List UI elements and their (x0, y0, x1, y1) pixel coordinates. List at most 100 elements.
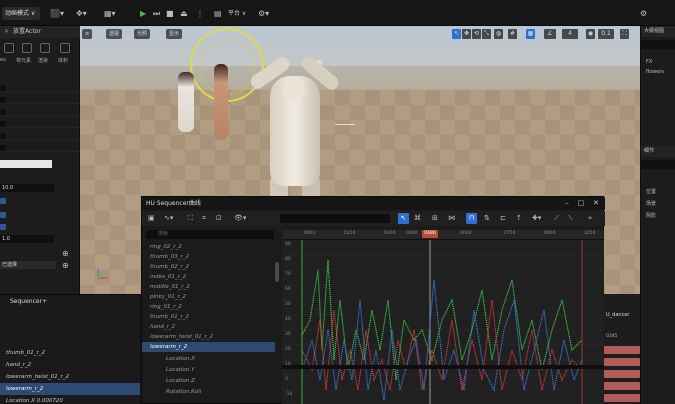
snap-icon[interactable]: ⊓ (466, 213, 477, 224)
blueprint-icon[interactable]: ▦▾ (104, 8, 116, 19)
color-field[interactable] (0, 160, 52, 168)
x-axis-arrow[interactable] (335, 124, 355, 125)
rotate-icon[interactable]: ⟲ (472, 29, 481, 39)
step-icon[interactable]: ⏭ (153, 8, 160, 19)
viewport-menu-icon[interactable]: ≡ (82, 29, 93, 39)
sequencer-track[interactable]: thumb_01_r_2 (0, 347, 140, 359)
track-item[interactable]: index_01_r_2 (142, 272, 275, 282)
mannequin-head[interactable] (283, 76, 305, 102)
key-add-icon[interactable]: ✚▾ (532, 213, 541, 224)
track-item[interactable]: ring_02_r_2 (142, 242, 275, 252)
world-icon[interactable]: ◍ (494, 29, 503, 39)
outliner-item[interactable]: flowers (641, 68, 675, 77)
sequencer-track[interactable]: lowerarm_twist_01_r_2 (0, 371, 140, 383)
keyframe-strip[interactable] (604, 370, 640, 378)
scale-snap-badge[interactable]: 4 (562, 29, 578, 39)
track-item[interactable]: pinky_01_r_2 (142, 292, 275, 302)
lighting-button[interactable]: 光照 (134, 29, 151, 39)
frame-selection-icon[interactable]: ⌗ (202, 213, 206, 224)
channel-item[interactable]: Location.Y (142, 365, 275, 375)
outliner-item[interactable]: FX (641, 58, 675, 67)
category-icon[interactable] (22, 43, 32, 53)
dancer-figure[interactable] (214, 64, 228, 140)
save-icon[interactable]: ▣ (148, 213, 155, 224)
maximize-icon[interactable]: ⛶ (620, 29, 629, 39)
normalize-icon[interactable]: ⇅ (484, 213, 490, 224)
details-category[interactable]: 位置 (641, 188, 675, 197)
details-tab[interactable]: 细节 (641, 146, 675, 157)
flatten-icon[interactable]: ⊏ (500, 213, 506, 224)
playhead-frame[interactable]: 0486 (422, 230, 438, 238)
sequencer-track-selected[interactable]: lowerarm_r_2 (0, 383, 140, 395)
curve-tool-icon[interactable]: ∿▾ (164, 213, 173, 224)
transform-tool-icon[interactable]: ⌘ (414, 213, 421, 224)
settings-gear-icon[interactable]: ⚙ (640, 8, 647, 19)
add-icon[interactable]: ⊕ (62, 248, 69, 259)
property-box[interactable] (0, 145, 6, 151)
stop-icon[interactable]: ■ (166, 8, 174, 19)
animation-curves[interactable] (282, 240, 604, 404)
sequencer-tab[interactable]: Sequencer+ (10, 297, 90, 307)
grid-snap-icon[interactable]: ▦ (526, 29, 535, 39)
expand-icon[interactable]: » (588, 213, 592, 224)
keyframe-strip[interactable] (604, 382, 640, 390)
details-search[interactable] (641, 160, 675, 169)
play-icon[interactable]: ▶ (140, 8, 146, 19)
platform-dropdown[interactable]: 平台 ∨ (228, 8, 246, 17)
property-box[interactable] (0, 133, 6, 139)
select-mode-icon[interactable]: ↖ (452, 29, 461, 39)
camera-speed-icon[interactable]: ◉ (586, 29, 595, 39)
outliner-search[interactable] (641, 40, 675, 49)
curve-editor-graph[interactable]: 0001 0150 0300 0400 0600 0750 0900 1050 … (282, 230, 604, 404)
perspective-button[interactable]: 透视 (106, 29, 123, 39)
track-item[interactable]: hand_r_2 (142, 322, 275, 332)
property-box[interactable] (0, 97, 6, 103)
transform-icon[interactable]: ✥▾ (76, 8, 87, 19)
lattice-icon[interactable]: ⋈ (448, 213, 455, 224)
curve-blue[interactable] (301, 279, 583, 401)
settings-icon[interactable]: ⚙▾ (258, 8, 269, 19)
track-item[interactable]: thumb_02_r_2 (142, 262, 275, 272)
track-item[interactable]: thumb_01_r_2 (142, 312, 275, 322)
more-icon[interactable]: ⋮ (196, 8, 204, 19)
frame-icon[interactable]: ⛶ (188, 213, 193, 224)
snap-grid-icon[interactable]: # (508, 29, 517, 39)
selection-dropdown[interactable]: 已选择 (0, 261, 56, 269)
channel-item[interactable]: Location.Z (142, 376, 275, 386)
scale-icon[interactable]: ⤡ (482, 29, 491, 39)
show-button[interactable]: 显示 (166, 29, 183, 39)
keyframe-strip[interactable] (604, 346, 640, 354)
time-ruler[interactable]: 0001 0150 0300 0400 0600 0750 0900 1050 … (282, 230, 604, 240)
tangent-icon[interactable]: ⟋ (554, 213, 559, 224)
retime-icon[interactable]: ⊞ (432, 213, 438, 224)
track-search-input[interactable]: 搜索 (146, 230, 274, 239)
add-icon[interactable]: ⊕ (62, 260, 69, 271)
build-icon[interactable]: ⬛▾ (50, 8, 64, 19)
sequencer-track[interactable]: hand_r_2 (0, 359, 140, 371)
dancer-figure[interactable] (178, 72, 194, 132)
time-input[interactable] (280, 214, 390, 223)
window-title[interactable]: HU Sequencer曲线 (142, 197, 605, 210)
view-icon[interactable]: 👁▾ (234, 213, 246, 224)
property-box[interactable] (0, 85, 6, 91)
track-item-selected[interactable]: lowerarm_r_2 (142, 342, 275, 352)
eject-icon[interactable]: ⏏ (180, 8, 188, 19)
category-icon[interactable] (4, 43, 14, 53)
value-field[interactable]: 10.0 (0, 184, 54, 192)
close-icon[interactable]: ✕ (593, 199, 599, 207)
minimize-icon[interactable]: – (565, 199, 569, 207)
place-actors-tab[interactable]: ✕ 放置Actor (0, 26, 80, 38)
straighten-icon[interactable]: ↑ (516, 213, 522, 224)
select-tool-icon[interactable]: ↖ (398, 213, 409, 224)
outliner-tab[interactable]: 大纲视图 (641, 26, 675, 37)
property-box[interactable] (0, 121, 6, 127)
checkbox[interactable] (0, 212, 6, 218)
checkbox[interactable] (0, 224, 6, 230)
sequencer-track[interactable]: Location.X 0.000720 (0, 395, 140, 404)
mode-dropdown[interactable]: 动画模式 ∨ (2, 7, 40, 20)
maximize-icon[interactable]: □ (578, 199, 585, 207)
channel-item[interactable]: Rotation.Roll (142, 387, 275, 397)
tangent-icon[interactable]: ⟍ (568, 213, 573, 224)
channel-item[interactable]: Location.X (142, 354, 275, 364)
track-list-scrollbar[interactable] (275, 262, 279, 282)
